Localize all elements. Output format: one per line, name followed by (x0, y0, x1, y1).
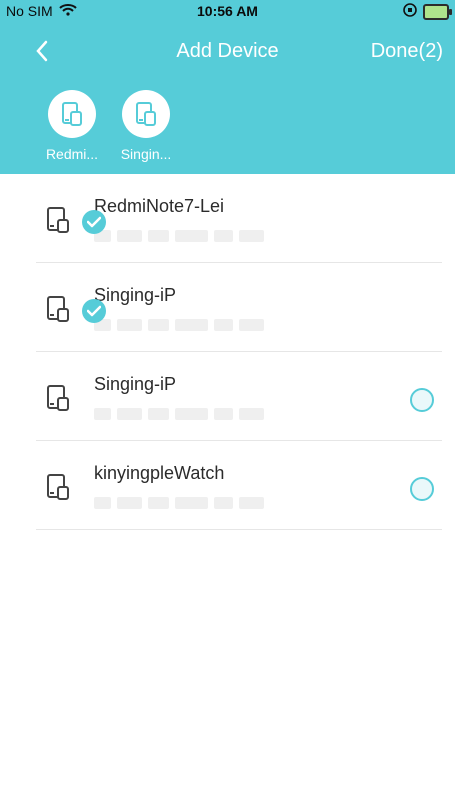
device-icon (42, 293, 74, 325)
header: No SIM 10:56 AM Add Device Done(2) Redmi… (0, 0, 455, 174)
selected-device[interactable]: Singin... (120, 90, 172, 162)
nav-bar: Add Device Done(2) (0, 36, 455, 70)
selected-devices: Redmi... Singin... (46, 90, 172, 162)
device-name: RedmiNote7-Lei (94, 196, 225, 216)
status-right (403, 3, 452, 20)
check-icon[interactable] (82, 299, 106, 323)
select-circle[interactable] (410, 388, 434, 412)
device-mac (94, 497, 265, 509)
device-mac (94, 319, 265, 331)
time: 10:56 AM (197, 3, 258, 19)
device-name: Singing-iP (94, 374, 177, 394)
select-circle[interactable] (410, 477, 434, 501)
list-item[interactable]: kinyingpleWatch (36, 441, 442, 530)
device-icon (48, 90, 96, 138)
device-name: kinyingpleWatch (94, 463, 225, 483)
device-name: Singing-iP (94, 285, 177, 305)
selected-device-label: Redmi... (45, 146, 99, 162)
device-mac (94, 408, 265, 420)
device-icon (122, 90, 170, 138)
device-list: RedmiNote7-Lei Singing-iP Singing-iP kin… (36, 174, 442, 530)
selected-device[interactable]: Redmi... (46, 90, 98, 162)
done-button[interactable]: Done(2) (371, 40, 443, 63)
device-icon (42, 204, 74, 236)
selected-device-label: Singin... (120, 146, 172, 162)
list-item[interactable]: Singing-iP (36, 263, 442, 352)
list-item[interactable]: Singing-iP (36, 352, 442, 441)
lock-rotation-icon (403, 3, 417, 20)
battery-icon (423, 3, 452, 20)
device-icon (42, 382, 74, 414)
check-icon[interactable] (82, 210, 106, 234)
device-mac (94, 230, 265, 242)
device-icon (42, 471, 74, 503)
status-bar: No SIM 10:56 AM (0, 0, 455, 22)
list-item[interactable]: RedmiNote7-Lei (36, 174, 442, 263)
